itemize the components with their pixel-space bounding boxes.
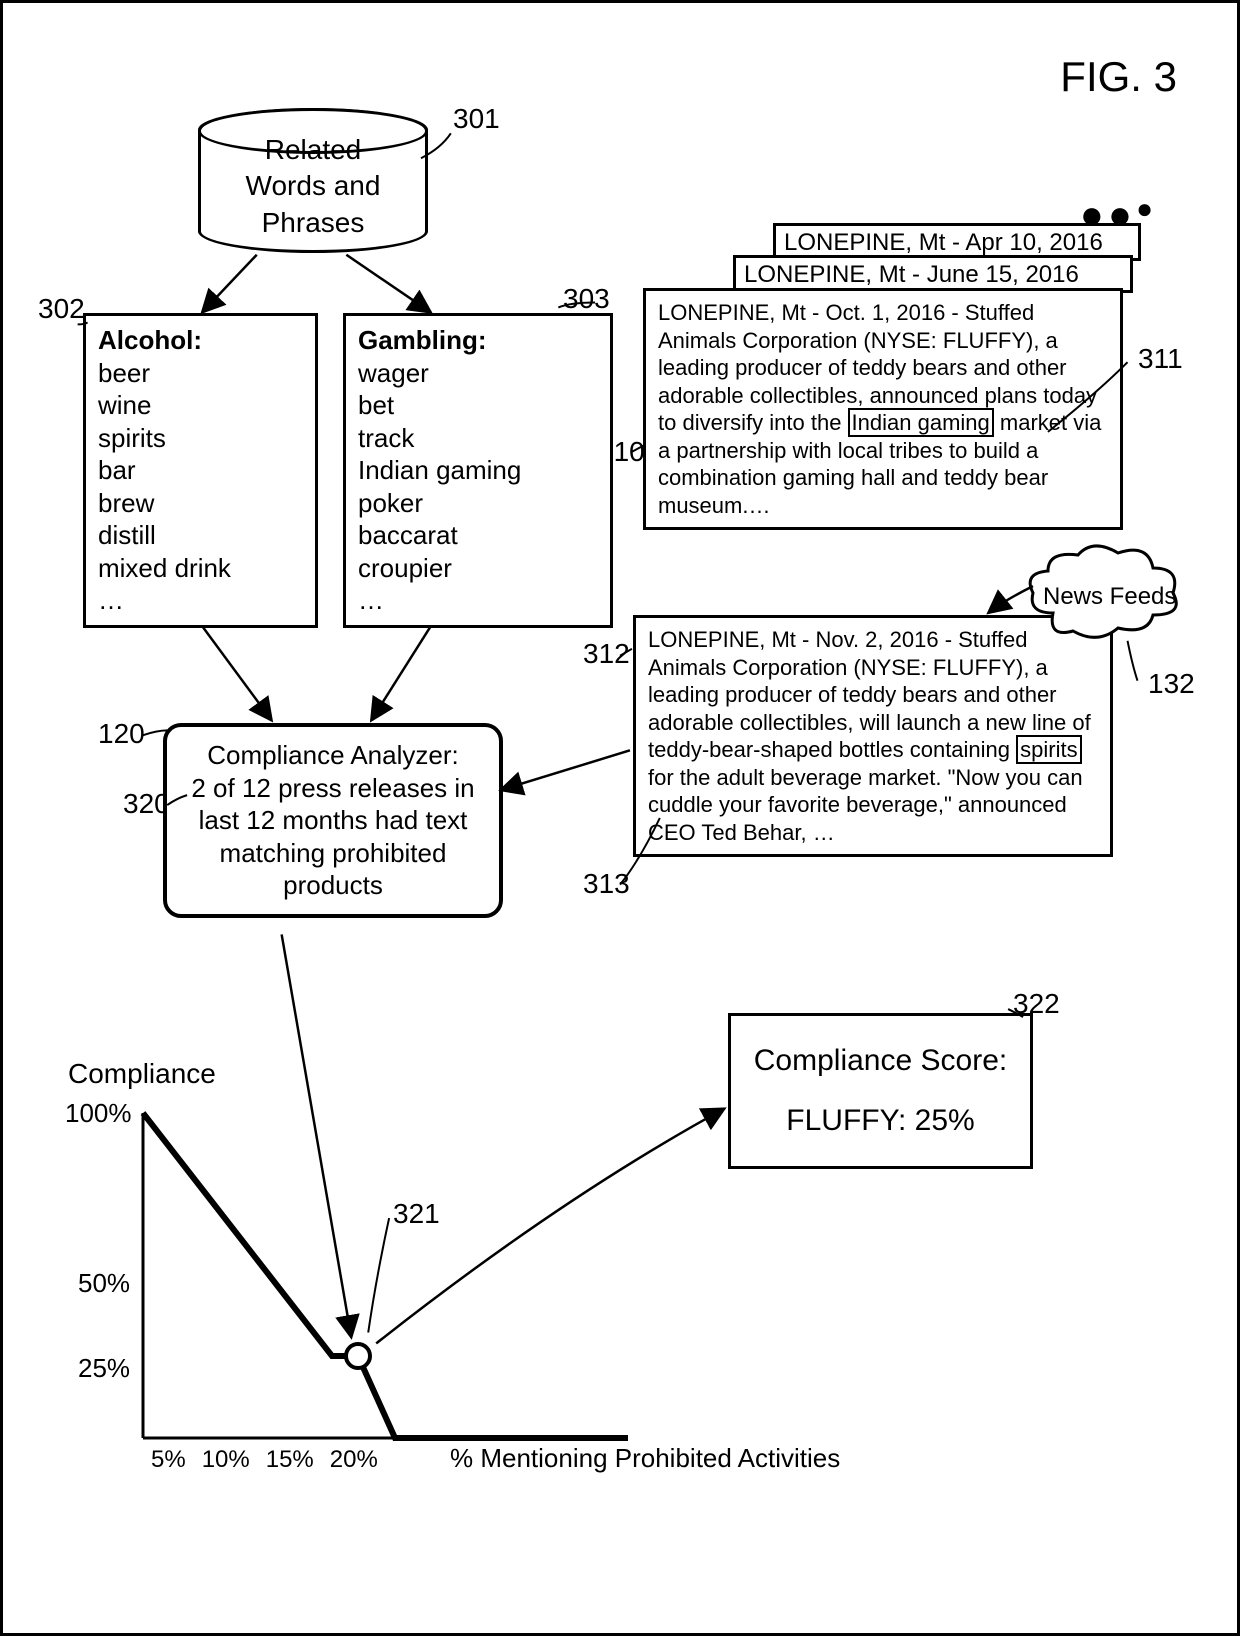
callout-120: 120: [98, 718, 145, 750]
gambling-title: Gambling:: [358, 325, 487, 355]
alcohol-list-box: Alcohol: beer wine spirits bar brew dist…: [83, 313, 318, 628]
callout-302: 302: [38, 293, 85, 325]
callout-132: 132: [1148, 668, 1195, 700]
score-title: Compliance Score:: [746, 1031, 1015, 1091]
compliance-chart: [68, 1053, 648, 1533]
list-item: wager: [358, 357, 598, 390]
callout-313: 313: [583, 868, 630, 900]
callout-312: 312: [583, 638, 630, 670]
news3-highlight: Indian gaming: [848, 408, 994, 437]
news-item-4: LONEPINE, Mt - Nov. 2, 2016 - Stuffed An…: [633, 615, 1113, 857]
compliance-score-box: Compliance Score: FLUFFY: 25%: [728, 1013, 1033, 1169]
database-title: Related Words and Phrases: [246, 132, 381, 241]
cloud-label: News Feeds: [1043, 583, 1176, 611]
list-item: poker: [358, 487, 598, 520]
figure-label: FIG. 3: [1060, 53, 1177, 101]
list-item: beer: [98, 357, 303, 390]
list-item: bet: [358, 389, 598, 422]
compliance-analyzer-box: Compliance Analyzer: 2 of 12 press relea…: [163, 723, 503, 918]
list-item: distill: [98, 519, 303, 552]
callout-303: 303: [563, 283, 610, 315]
list-item: …: [358, 584, 598, 617]
list-item: baccarat: [358, 519, 598, 552]
list-item: croupier: [358, 552, 598, 585]
analyzer-body: 2 of 12 press releases in last 12 months…: [177, 772, 489, 902]
alcohol-title: Alcohol:: [98, 325, 202, 355]
list-item: Indian gaming: [358, 454, 598, 487]
list-item: brew: [98, 487, 303, 520]
callout-311: 311: [1138, 343, 1183, 375]
news4-highlight: spirits: [1016, 735, 1081, 764]
news-item-3: LONEPINE, Mt - Oct. 1, 2016 - Stuffed An…: [643, 288, 1123, 530]
diagram-container: FIG. 3 ●●● Related Words and Phrases 301…: [0, 0, 1240, 1636]
score-value: FLUFFY: 25%: [746, 1091, 1015, 1151]
news4-post: for the adult beverage market. "Now you …: [648, 765, 1083, 845]
list-item: spirits: [98, 422, 303, 455]
gambling-list-box: Gambling: wager bet track Indian gaming …: [343, 313, 613, 628]
callout-301: 301: [453, 103, 500, 135]
list-item: bar: [98, 454, 303, 487]
database-cylinder: Related Words and Phrases: [198, 108, 428, 253]
list-item: …: [98, 584, 303, 617]
list-item: mixed drink: [98, 552, 303, 585]
list-item: track: [358, 422, 598, 455]
list-item: wine: [98, 389, 303, 422]
analyzer-title: Compliance Analyzer:: [177, 739, 489, 772]
